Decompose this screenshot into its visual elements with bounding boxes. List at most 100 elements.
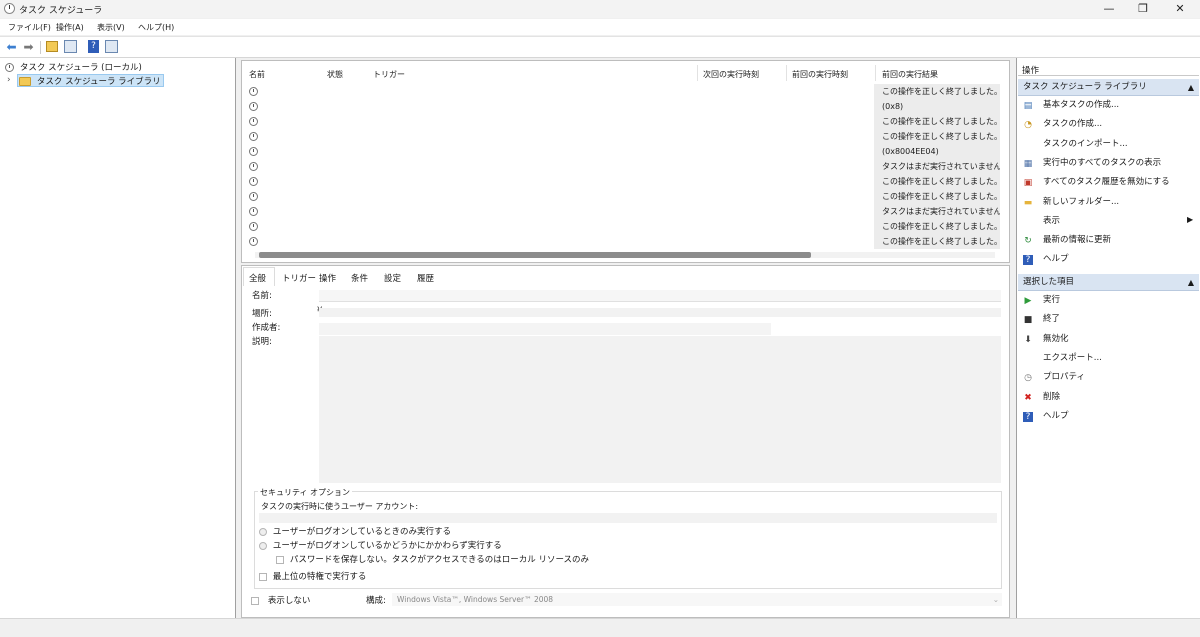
name-field[interactable] — [319, 290, 1001, 302]
radio-logged-on[interactable]: ユーザーがログオンしているときのみ実行する — [259, 525, 451, 537]
action-item[interactable]: ⬇ 無効化 — [1017, 330, 1199, 349]
radio-button[interactable] — [259, 527, 267, 536]
scrollbar-thumb[interactable] — [259, 252, 811, 258]
task-clock-icon — [249, 147, 258, 156]
section-selected-header[interactable]: 選択した項目 ▲ — [1018, 274, 1199, 291]
action-item[interactable]: ? ヘルプ — [1017, 250, 1199, 269]
col-status[interactable]: 状態 — [327, 69, 343, 80]
checkbox[interactable] — [251, 596, 259, 605]
up-folder-icon[interactable] — [46, 41, 58, 52]
tree-root[interactable]: タスク スケジューラ (ローカル) — [5, 61, 142, 74]
table-row[interactable]: タスクはまだ実行されていません。(0 — [242, 204, 1009, 219]
table-row[interactable]: この操作を正しく終了しました。(0x — [242, 114, 1009, 129]
folder-clock-icon — [19, 77, 31, 86]
action-item[interactable]: ▬ 新しいフォルダー... — [1017, 193, 1199, 212]
run-as-field[interactable] — [259, 513, 997, 523]
last-result-cell: (0x8) — [874, 99, 1000, 114]
no-store-password-option[interactable]: パスワードを保存しない。タスクがアクセスできるのはローカル リソースのみ — [276, 553, 589, 565]
expand-chevron-icon[interactable]: › — [7, 75, 11, 85]
col-last-result[interactable]: 前回の実行結果 — [882, 69, 938, 80]
restore-button[interactable]: ❐ — [1126, 0, 1160, 18]
hidden-option[interactable]: 表示しない — [251, 594, 310, 606]
disable-icon: ⬇ — [1024, 334, 1032, 345]
action-item[interactable]: エクスポート... — [1017, 349, 1199, 368]
help-icon[interactable]: ? — [88, 40, 99, 53]
task-clock-icon — [249, 117, 258, 126]
horizontal-scrollbar[interactable] — [255, 252, 995, 258]
action-item[interactable]: ▶ 実行 — [1017, 291, 1199, 310]
author-field[interactable] — [319, 323, 771, 335]
name-label: 名前: — [252, 291, 272, 301]
menu-view[interactable]: 表示(V) — [97, 22, 125, 33]
action-label: エクスポート... — [1043, 352, 1102, 363]
table-row[interactable]: タスクはまだ実行されていません。(0 — [242, 159, 1009, 174]
last-result-cell: (0x8004EE04) — [874, 144, 1000, 159]
table-row[interactable]: (0x8) — [242, 99, 1009, 114]
security-options-group: セキュリティ オプション タスクの実行時に使うユーザー アカウント: ユーザーが… — [254, 487, 1002, 589]
action-item[interactable]: ▤ 基本タスクの作成... — [1017, 96, 1199, 115]
minimize-button[interactable]: — — [1092, 0, 1126, 18]
tab-settings[interactable]: 設定 — [384, 272, 401, 284]
show-hide-console-tree-icon[interactable] — [64, 40, 77, 53]
collapse-icon[interactable]: ▲ — [1188, 79, 1194, 96]
table-row[interactable]: この操作を正しく終了しました。(0x — [242, 234, 1009, 249]
last-result-cell: タスクはまだ実行されていません。(0 — [874, 159, 1000, 174]
col-last-run[interactable]: 前回の実行時刻 — [792, 69, 848, 80]
action-label: 表示 — [1043, 215, 1061, 226]
configure-select[interactable]: Windows Vista™, Windows Server™ 2008 ⌄ — [392, 593, 1002, 606]
section-library-header[interactable]: タスク スケジューラ ライブラリ ▲ — [1018, 79, 1199, 96]
action-label: ヘルプ — [1043, 410, 1069, 421]
highest-privileges-option[interactable]: 最上位の特権で実行する — [259, 570, 366, 582]
menu-action[interactable]: 操作(A) — [56, 22, 84, 33]
table-row[interactable]: この操作を正しく終了しました。(0x — [242, 84, 1009, 99]
action-item[interactable]: ↻ 最新の情報に更新 — [1017, 231, 1199, 250]
radio-whether-logged-on[interactable]: ユーザーがログオンしているかどうかにかかわらず実行する — [259, 539, 502, 551]
tab-history[interactable]: 履歴 — [417, 272, 434, 284]
table-row[interactable]: この操作を正しく終了しました。(0x — [242, 174, 1009, 189]
last-result-cell: タスクはまだ実行されていません。(0 — [874, 204, 1000, 219]
radio-button[interactable] — [259, 541, 267, 550]
action-item[interactable]: ▦ 実行中のすべてのタスクの表示 — [1017, 154, 1199, 173]
tab-actions[interactable]: 操作 — [319, 272, 336, 284]
table-row[interactable]: この操作を正しく終了しました。(0x — [242, 189, 1009, 204]
toolbar-divider — [40, 41, 41, 54]
description-label: 説明: — [252, 337, 272, 347]
menu-help[interactable]: ヘルプ(H) — [138, 22, 174, 33]
action-item[interactable]: 表示 — [1017, 212, 1199, 231]
back-arrow-icon[interactable]: ⬅ — [4, 40, 19, 54]
table-row[interactable]: この操作を正しく終了しました。(0x — [242, 129, 1009, 144]
last-result-cell: この操作を正しく終了しました。(0x — [874, 129, 1000, 144]
tab-general[interactable]: 全般 — [249, 272, 266, 284]
action-item[interactable]: ▣ すべてのタスク履歴を無効にする — [1017, 173, 1199, 192]
checkbox[interactable] — [259, 572, 267, 581]
action-item[interactable]: ◔ タスクの作成... — [1017, 115, 1199, 134]
tab-conditions[interactable]: 条件 — [351, 272, 368, 284]
run-icon: ▶ — [1024, 296, 1032, 306]
help-icon: ? — [1023, 411, 1033, 422]
last-result-cell: この操作を正しく終了しました。(0x — [874, 234, 1000, 249]
description-field[interactable] — [319, 336, 1001, 483]
last-result-cell: この操作を正しく終了しました。(0x — [874, 84, 1000, 99]
col-next-run[interactable]: 次回の実行時刻 — [703, 69, 759, 80]
menu-file[interactable]: ファイル(F) — [8, 22, 51, 33]
task-clock-icon — [249, 222, 258, 231]
last-result-cell: この操作を正しく終了しました。(0x — [874, 189, 1000, 204]
show-hide-action-pane-icon[interactable] — [105, 40, 118, 53]
collapse-icon[interactable]: ▲ — [1188, 274, 1194, 291]
action-item[interactable]: ✖ 削除 — [1017, 388, 1199, 407]
tab-triggers[interactable]: トリガー — [282, 272, 316, 284]
checkbox[interactable] — [276, 555, 284, 564]
action-item[interactable]: タスクのインポート... — [1017, 135, 1199, 154]
action-item[interactable]: ■ 終了 — [1017, 310, 1199, 329]
tree-item-library[interactable]: タスク スケジューラ ライブラリ — [17, 74, 164, 87]
table-row[interactable]: この操作を正しく終了しました。(0x — [242, 219, 1009, 234]
forward-arrow-icon[interactable]: ➡ — [21, 40, 36, 54]
table-row[interactable]: (0x8004EE04) — [242, 144, 1009, 159]
task-scheduler-icon — [4, 3, 15, 14]
action-item[interactable]: ? ヘルプ — [1017, 407, 1199, 426]
col-name[interactable]: 名前 — [249, 69, 265, 80]
close-button[interactable]: ✕ — [1163, 0, 1197, 18]
location-field — [319, 308, 1001, 317]
action-item[interactable]: ◷ プロパティ — [1017, 368, 1199, 387]
col-trigger[interactable]: トリガー — [373, 69, 405, 80]
